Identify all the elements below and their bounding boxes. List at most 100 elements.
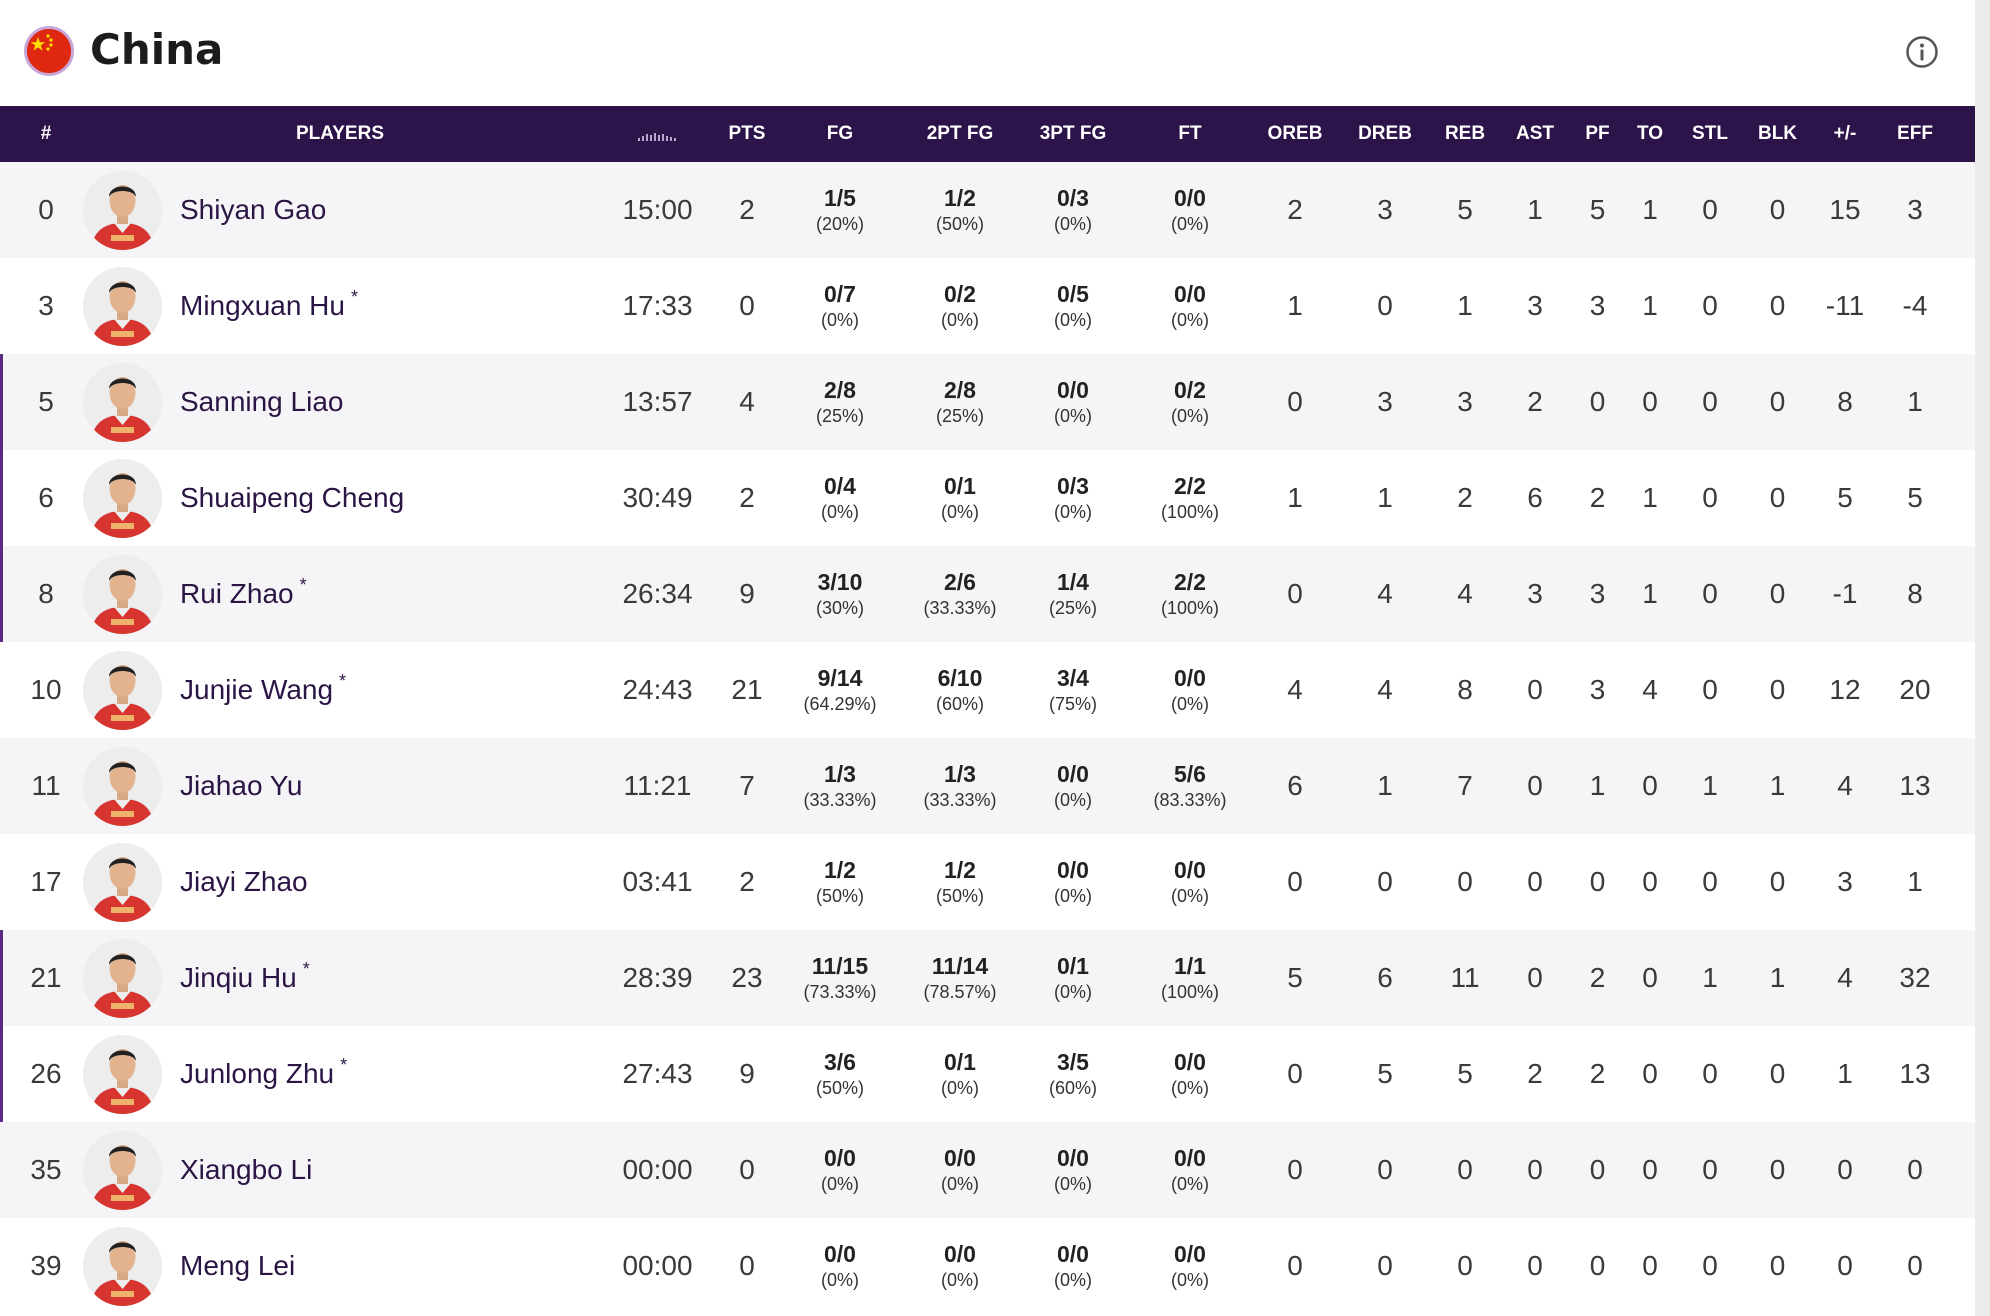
table-row[interactable]: 35 00:00 0 0/0 (0%) 0/0 (0%) 0/0 (0%) 0/0 (0%) 0 0 0 0…: [0, 1122, 1975, 1218]
stat-fg-made: 0/0: [824, 1241, 856, 1267]
info-icon[interactable]: [1905, 35, 1939, 69]
col-plus-minus[interactable]: +/-: [1810, 106, 1880, 162]
stat-dreb: 0: [1377, 290, 1393, 321]
col-3pt-fg[interactable]: 3PT FG: [1023, 106, 1123, 162]
player-avatar[interactable]: [83, 171, 162, 250]
stat-ft-made: 0/2: [1174, 377, 1206, 403]
table-row[interactable]: 3 17:33 0 0/7 (0%) 0/2 (0%) 0/5 (0%) 0/0 (0%) 1 0 1 3 3…: [0, 258, 1975, 354]
minutes-icon[interactable]: [636, 132, 680, 142]
stat-pf: 3: [1589, 674, 1606, 705]
col-ft[interactable]: FT: [1150, 106, 1230, 162]
stat-reb: 8: [1457, 674, 1473, 705]
stat-ft-pct: (100%): [1160, 502, 1220, 522]
player-name-link[interactable]: Jinqiu Hu *: [180, 930, 310, 1026]
player-name-link[interactable]: Jiayi Zhao: [180, 834, 314, 930]
stat-min: 28:39: [622, 962, 693, 993]
stat-ft-made: 0/0: [1174, 1049, 1206, 1075]
stat-dreb: 4: [1377, 578, 1393, 609]
player-avatar[interactable]: [83, 555, 162, 634]
player-name-link[interactable]: Mingxuan Hu *: [180, 258, 358, 354]
table-row[interactable]: 39 00:00 0 0/0 (0%) 0/0 (0%) 0/0 (0%) 0/0 (0%) 0 0 0 0…: [0, 1218, 1975, 1314]
scrollbar-track[interactable]: [1975, 0, 1990, 1316]
stat-pts: 2: [739, 866, 755, 897]
stat-eff: 32: [1899, 962, 1931, 993]
col-dreb[interactable]: DREB: [1340, 106, 1430, 162]
col-pts[interactable]: PTS: [712, 106, 782, 162]
stat-fg-made: 1/2: [824, 857, 856, 883]
stat-fg-made: 1/5: [824, 185, 856, 211]
jersey-number: 6: [38, 482, 54, 513]
player-name-link[interactable]: Xiangbo Li: [180, 1122, 318, 1218]
player-name: Rui Zhao: [180, 578, 294, 609]
stat-fg: 9/14 (64.29%): [790, 664, 890, 720]
table-row[interactable]: 0 15:00 2 1/5 (20%) 1/2 (50%) 0/3 (0%) 0/0 (0%) 2 3 5…: [0, 162, 1975, 258]
stat-fg3-made: 0/0: [1057, 1241, 1089, 1267]
col-blk[interactable]: BLK: [1745, 106, 1810, 162]
col-eff[interactable]: EFF: [1880, 106, 1950, 162]
stat-ft-made: 0/0: [1174, 857, 1206, 883]
player-name-link[interactable]: Junlong Zhu *: [180, 1026, 347, 1122]
table-row[interactable]: 26 27:43 9 3/6 (50%) 0/1 (0%) 3/5 (60%) 0/0 (0%) 0 5…: [0, 1026, 1975, 1122]
stat-fg3-made: 0/0: [1057, 1145, 1089, 1171]
player-avatar[interactable]: [83, 939, 162, 1018]
stat-ft: 0/0 (0%): [1140, 1144, 1240, 1200]
player-name-link[interactable]: Shiyan Gao: [180, 162, 332, 258]
col-to[interactable]: TO: [1625, 106, 1675, 162]
stat-ft: 0/0 (0%): [1140, 1240, 1240, 1296]
stat-fg-made: 11/15: [811, 953, 869, 979]
stat-pf: 3: [1589, 578, 1606, 609]
table-row[interactable]: 10 24:43 21 9/14 (64.29%) 6/10 (60%) 3/4 (75%) 0/…: [0, 642, 1975, 738]
stat-pm: 0: [1837, 1250, 1853, 1281]
stat-ast: 0: [1527, 866, 1543, 897]
stat-fg3-made: 0/0: [1057, 761, 1089, 787]
table-row[interactable]: 11 11:21 7 1/3 (33.33%) 1/3 (33.33%) 0/0 (0%) 5/6…: [0, 738, 1975, 834]
col-pf[interactable]: PF: [1570, 106, 1625, 162]
stat-ft-pct: (100%): [1160, 982, 1220, 1002]
table-row[interactable]: 17 03:41 2 1/2 (50%) 1/2 (50%) 0/0 (0%) 0/0 (0%) 0 0…: [0, 834, 1975, 930]
player-avatar[interactable]: [83, 1131, 162, 1210]
player-avatar[interactable]: [83, 651, 162, 730]
jersey-number: 3: [38, 290, 54, 321]
player-avatar[interactable]: [83, 363, 162, 442]
player-avatar[interactable]: [83, 843, 162, 922]
player-name-link[interactable]: Meng Lei: [180, 1218, 301, 1314]
table-row[interactable]: 5 13:57 4 2/8 (25%) 2/8 (25%) 0/0 (0%) 0/2 (0%) 0 3 3…: [0, 354, 1975, 450]
stat-ast: 1: [1527, 194, 1543, 225]
stat-fg2-made: 0/1: [944, 473, 976, 499]
stat-fg-pct: (25%): [815, 406, 864, 426]
col-players[interactable]: PLAYERS: [240, 106, 440, 162]
table-row[interactable]: 6 30:49 2 0/4 (0%) 0/1 (0%) 0/3 (0%) 2/2 (100%) 1 1 2…: [0, 450, 1975, 546]
stat-pm: 12: [1829, 674, 1861, 705]
col-reb[interactable]: REB: [1430, 106, 1500, 162]
stat-fg3: 0/0 (0%): [1023, 856, 1123, 912]
table-row[interactable]: 8 26:34 9 3/10 (30%) 2/6 (33.33%) 1/4 (25%) 2/2 (1…: [0, 546, 1975, 642]
col-ast[interactable]: AST: [1500, 106, 1570, 162]
stat-blk: 0: [1769, 866, 1786, 897]
stat-fg2-pct: (78.57%): [923, 982, 997, 1002]
table-row[interactable]: 21 28:39 23 11/15 (73.33%) 11/14 (78.57%) 0/1 (0…: [0, 930, 1975, 1026]
col-oreb[interactable]: OREB: [1250, 106, 1340, 162]
col-2pt-fg[interactable]: 2PT FG: [910, 106, 1010, 162]
stat-ft-pct: (83.33%): [1153, 790, 1227, 810]
player-avatar[interactable]: [83, 1035, 162, 1114]
col-fg[interactable]: FG: [800, 106, 880, 162]
col-number[interactable]: #: [26, 106, 66, 162]
stat-ft-made: 0/0: [1174, 185, 1206, 211]
row-highlight-bar: [0, 930, 3, 1026]
player-name-link[interactable]: Junjie Wang *: [180, 642, 346, 738]
stat-eff: 5: [1907, 482, 1923, 513]
stat-fg3: 0/1 (0%): [1023, 952, 1123, 1008]
player-avatar[interactable]: [83, 267, 162, 346]
stat-fg2: 1/2 (50%): [910, 856, 1010, 912]
col-stl[interactable]: STL: [1675, 106, 1745, 162]
player-name-link[interactable]: Rui Zhao *: [180, 546, 307, 642]
player-avatar[interactable]: [83, 1227, 162, 1306]
player-avatar[interactable]: [83, 747, 162, 826]
stat-blk: 0: [1769, 386, 1786, 417]
player-name-link[interactable]: Sanning Liao: [180, 354, 349, 450]
stat-ft: 0/0 (0%): [1140, 1048, 1240, 1104]
stat-fg-pct: (0%): [820, 1174, 859, 1194]
player-name-link[interactable]: Shuaipeng Cheng: [180, 450, 410, 546]
player-avatar[interactable]: [83, 459, 162, 538]
player-name-link[interactable]: Jiahao Yu: [180, 738, 309, 834]
